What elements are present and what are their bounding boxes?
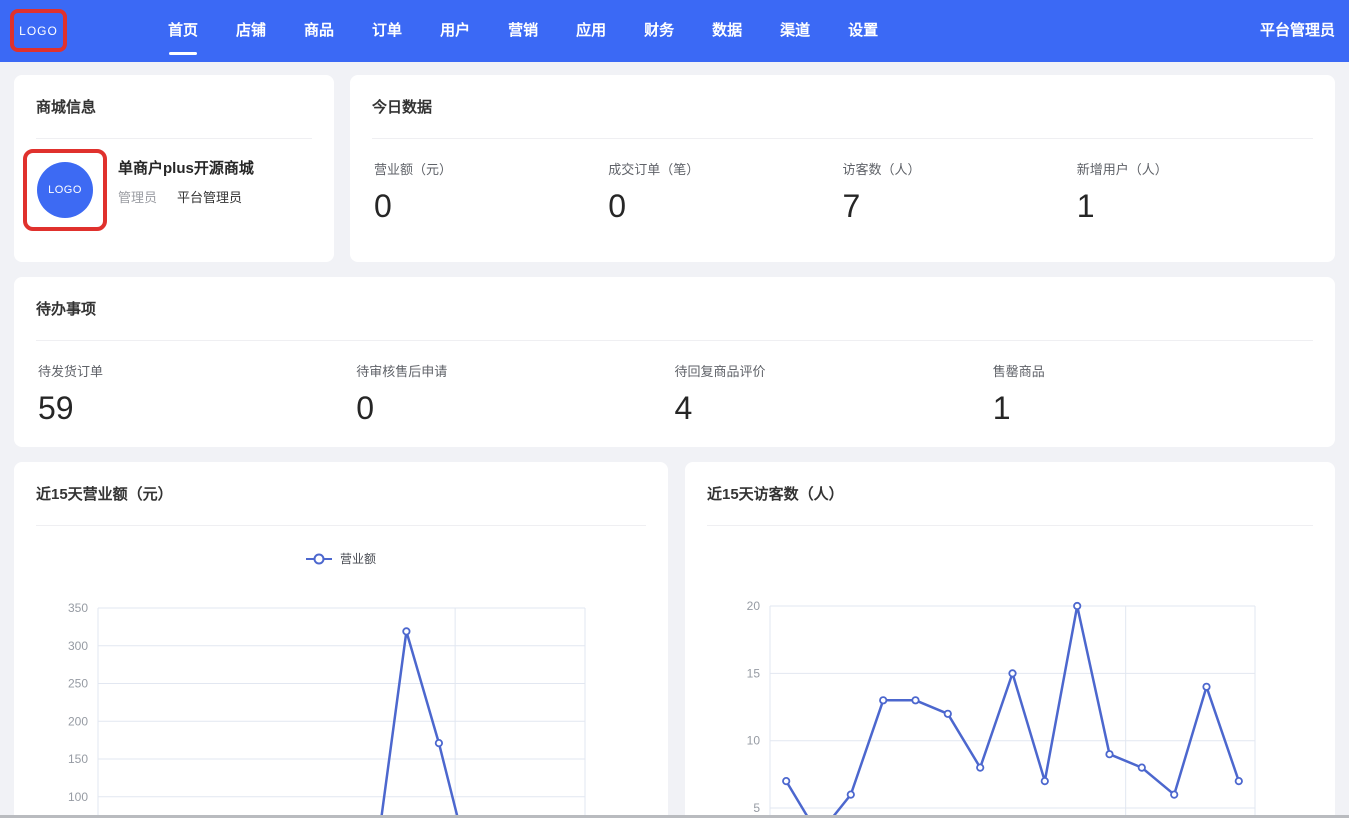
navbar-tab-0[interactable]: 首页: [168, 0, 198, 62]
stat-value: 59: [38, 390, 356, 426]
svg-text:10: 10: [747, 734, 761, 748]
svg-text:100: 100: [68, 790, 88, 804]
stat-value: 0: [356, 390, 674, 426]
stat-revenue: 营业额（元） 0: [374, 159, 608, 224]
mall-roles: 管理员 平台管理员: [118, 187, 242, 206]
mall-name: 单商户plus开源商城: [118, 157, 254, 178]
todo-card: 待办事项 待发货订单 59 待审核售后申请 0 待回复商品评价 4 售罄商品 1: [14, 277, 1335, 447]
stat-value: 4: [675, 390, 993, 426]
navbar-tab-9[interactable]: 渠道: [780, 0, 810, 62]
role-label: 管理员: [118, 187, 157, 206]
revenue-chart-legend[interactable]: 营业额: [14, 550, 668, 567]
stat-visitors: 访客数（人） 7: [843, 159, 1077, 224]
mall-logo-avatar-text: LOGO: [48, 184, 82, 196]
stat-value: 0: [374, 188, 608, 224]
svg-text:200: 200: [68, 714, 88, 728]
revenue-line-chart[interactable]: 350 300 250 200 150 100: [14, 462, 668, 818]
navbar-tab-1[interactable]: 店铺: [236, 0, 266, 62]
mall-logo-avatar[interactable]: LOGO: [37, 162, 93, 218]
navbar-tabs: 首页店铺商品订单用户营销应用财务数据渠道设置: [168, 0, 878, 62]
navbar-tab-3[interactable]: 订单: [372, 0, 402, 62]
today-data-card: 今日数据 营业额（元） 0 成交订单（笔） 0 访客数（人） 7 新增用户（人）…: [350, 75, 1335, 262]
visitors-line-chart[interactable]: 20 15 10 5: [685, 462, 1335, 818]
stat-orders: 成交订单（笔） 0: [608, 159, 842, 224]
navbar: LOGO 首页店铺商品订单用户营销应用财务数据渠道设置 平台管理员: [0, 0, 1349, 62]
mall-info-title: 商城信息: [36, 75, 312, 139]
navbar-tab-8[interactable]: 数据: [712, 0, 742, 62]
stat-value: 7: [843, 188, 1077, 224]
svg-text:5: 5: [753, 801, 760, 815]
svg-text:150: 150: [68, 752, 88, 766]
svg-text:20: 20: [747, 599, 761, 613]
stat-pending-shipments: 待发货订单 59: [38, 361, 356, 426]
stat-label: 访客数（人）: [843, 159, 1077, 178]
legend-label: 营业额: [340, 550, 376, 567]
stat-soldout-products: 售罄商品 1: [993, 361, 1311, 426]
navbar-tab-6[interactable]: 应用: [576, 0, 606, 62]
navbar-tab-5[interactable]: 营销: [508, 0, 538, 62]
stat-pending-aftersale: 待审核售后申请 0: [356, 361, 674, 426]
stat-label: 成交订单（笔）: [608, 159, 842, 178]
navbar-tab-10[interactable]: 设置: [848, 0, 878, 62]
stat-pending-reviews: 待回复商品评价 4: [675, 361, 993, 426]
navbar-user-menu[interactable]: 平台管理员: [1260, 0, 1335, 62]
navbar-tab-7[interactable]: 财务: [644, 0, 674, 62]
stat-label: 待发货订单: [38, 361, 356, 380]
navbar-tab-2[interactable]: 商品: [304, 0, 334, 62]
todo-stats: 待发货订单 59 待审核售后申请 0 待回复商品评价 4 售罄商品 1: [14, 341, 1335, 426]
annotation-highlight-navbar-logo: LOGO: [10, 9, 67, 52]
navbar-tab-4[interactable]: 用户: [440, 0, 470, 62]
stat-new-users: 新增用户（人） 1: [1077, 159, 1311, 224]
stat-label: 待审核售后申请: [356, 361, 674, 380]
svg-text:250: 250: [68, 677, 88, 691]
stat-label: 新增用户（人）: [1077, 159, 1311, 178]
visitors-chart-card: 近15天访客数（人） 2015105: [685, 462, 1335, 818]
today-data-title: 今日数据: [372, 75, 1313, 139]
stat-label: 营业额（元）: [374, 159, 608, 178]
legend-line-icon: [306, 553, 332, 565]
mall-info-body: LOGO 单商户plus开源商城 管理员 平台管理员: [14, 139, 334, 259]
stat-label: 待回复商品评价: [675, 361, 993, 380]
revenue-chart-card: 近15天营业额（元） 营业额 350300250200150100: [14, 462, 668, 818]
stat-value: 1: [1077, 188, 1311, 224]
annotation-highlight-mall-logo: LOGO: [23, 149, 107, 231]
svg-text:15: 15: [747, 666, 761, 680]
navbar-logo[interactable]: LOGO: [19, 24, 58, 38]
svg-text:350: 350: [68, 601, 88, 615]
mall-info-card: 商城信息 LOGO 单商户plus开源商城 管理员 平台管理员: [14, 75, 334, 262]
svg-text:300: 300: [68, 639, 88, 653]
role-value: 平台管理员: [177, 187, 242, 206]
todo-title: 待办事项: [36, 277, 1313, 341]
stat-label: 售罄商品: [993, 361, 1311, 380]
stat-value: 1: [993, 390, 1311, 426]
today-stats: 营业额（元） 0 成交订单（笔） 0 访客数（人） 7 新增用户（人） 1: [350, 139, 1335, 224]
stat-value: 0: [608, 188, 842, 224]
